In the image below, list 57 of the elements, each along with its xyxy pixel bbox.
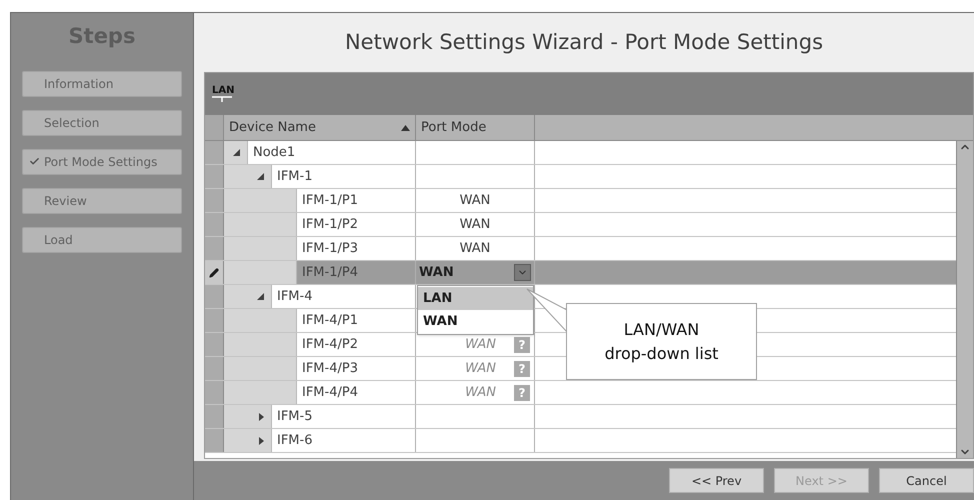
column-header[interactable]: Port Mode bbox=[416, 115, 535, 140]
device-name: IFM-1/P4 bbox=[302, 264, 358, 282]
expanded-triangle-icon[interactable] bbox=[257, 173, 264, 180]
step-item[interactable]: Information bbox=[22, 70, 182, 96]
panel-label: LAN bbox=[212, 86, 234, 96]
port-mode-value: WAN bbox=[460, 216, 490, 234]
device-name: IFM-1/P3 bbox=[302, 240, 358, 258]
connector-line-icon bbox=[212, 96, 232, 102]
dropdown-button[interactable] bbox=[514, 264, 531, 281]
page-title: Network Settings Wizard - Port Mode Settings bbox=[344, 28, 824, 56]
step-item[interactable]: Review bbox=[22, 188, 182, 214]
wizard-button[interactable]: << Prev bbox=[669, 468, 764, 493]
step-item[interactable]: Load bbox=[22, 226, 182, 252]
device-name: IFM-4/P1 bbox=[302, 312, 358, 330]
device-name: IFM-4/P4 bbox=[302, 384, 358, 402]
port-mode-value: WAN bbox=[465, 336, 496, 354]
help-badge[interactable]: ? bbox=[514, 336, 530, 352]
tree-indent bbox=[224, 237, 296, 260]
step-label: Information bbox=[44, 76, 114, 92]
device-name: IFM-6 bbox=[277, 432, 312, 450]
device-name: IFM-4 bbox=[277, 288, 312, 306]
device-name: IFM-1/P2 bbox=[302, 216, 358, 234]
device-name: IFM-1/P1 bbox=[302, 192, 358, 210]
help-badge[interactable]: ? bbox=[514, 384, 530, 400]
dropdown-option[interactable]: LAN bbox=[418, 287, 533, 310]
column-header[interactable]: Device Name bbox=[224, 115, 416, 140]
device-name: IFM-4/P3 bbox=[302, 360, 358, 378]
step-item[interactable]: Port Mode Settings bbox=[22, 148, 182, 174]
step-label: Load bbox=[44, 232, 73, 248]
pencil-icon bbox=[209, 268, 219, 278]
step-label: Port Mode Settings bbox=[44, 154, 158, 170]
port-mode-value: WAN bbox=[465, 384, 496, 402]
help-badge[interactable]: ? bbox=[514, 360, 530, 376]
wizard-button[interactable]: Cancel bbox=[879, 468, 974, 493]
expanded-triangle-icon[interactable] bbox=[233, 149, 240, 156]
step-item[interactable]: Selection bbox=[22, 110, 182, 136]
callout-text: LAN/WAN bbox=[624, 318, 700, 340]
tree-indent bbox=[224, 357, 296, 380]
port-mode-value: WAN bbox=[460, 192, 490, 210]
step-label: Selection bbox=[44, 114, 100, 132]
device-name: IFM-1 bbox=[277, 168, 312, 186]
expanded-triangle-icon[interactable] bbox=[257, 293, 264, 300]
port-mode-value: WAN bbox=[419, 264, 454, 282]
collapsed-triangle-icon[interactable] bbox=[259, 436, 264, 444]
step-label: Review bbox=[44, 192, 87, 210]
callout-text: drop-down list bbox=[604, 342, 718, 364]
port-mode-value: WAN bbox=[460, 240, 490, 258]
port-mode-value: WAN bbox=[465, 360, 496, 378]
device-name: Node1 bbox=[253, 144, 296, 162]
device-name: IFM-4/P2 bbox=[302, 336, 358, 354]
dropdown-option[interactable]: WAN bbox=[418, 310, 533, 333]
device-name: IFM-5 bbox=[277, 408, 312, 426]
row-header[interactable] bbox=[205, 261, 224, 284]
collapsed-triangle-icon[interactable] bbox=[259, 412, 264, 420]
tree-indent bbox=[224, 333, 296, 356]
scrollbar[interactable] bbox=[956, 141, 973, 458]
tree-indent bbox=[224, 213, 296, 236]
